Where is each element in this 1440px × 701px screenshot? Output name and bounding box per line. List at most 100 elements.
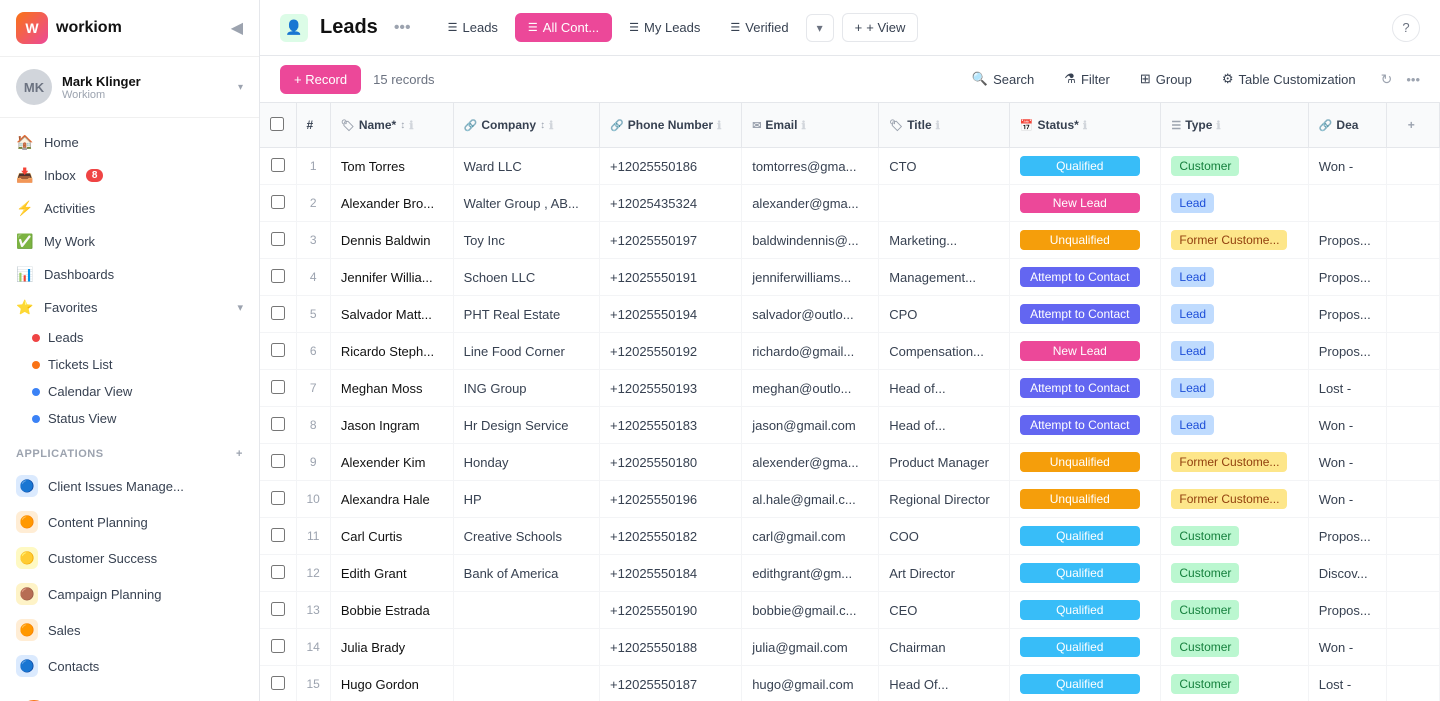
row-checkbox[interactable] [260, 259, 296, 296]
row-select-checkbox[interactable] [271, 602, 285, 616]
row-checkbox[interactable] [260, 407, 296, 444]
col-company[interactable]: 🔗 Company ↕ ℹ [453, 103, 599, 148]
cell-status[interactable]: Qualified [1009, 592, 1161, 629]
row-checkbox[interactable] [260, 296, 296, 333]
sidebar-collapse-button[interactable]: ◀ [231, 18, 243, 38]
cell-name[interactable]: Alexandra Hale [330, 481, 453, 518]
row-checkbox[interactable] [260, 666, 296, 701]
col-type[interactable]: ☰ Type ℹ [1161, 103, 1308, 148]
row-checkbox[interactable] [260, 370, 296, 407]
row-checkbox[interactable] [260, 592, 296, 629]
app-item-campaign-planning[interactable]: 🟤 Campaign Planning [0, 576, 259, 612]
cell-name[interactable]: Jennifer Willia... [330, 259, 453, 296]
sidebar-item-dashboards[interactable]: 📊 Dashboards [0, 258, 259, 291]
company-info-icon[interactable]: ℹ [549, 119, 553, 132]
cell-name[interactable]: Dennis Baldwin [330, 222, 453, 259]
cell-status[interactable]: Attempt to Contact [1009, 259, 1161, 296]
row-select-checkbox[interactable] [271, 195, 285, 209]
tab-all-contacts[interactable]: ☰ All Cont... [515, 13, 612, 42]
app-item-sales[interactable]: 🟠 Sales [0, 612, 259, 648]
cell-status[interactable]: Qualified [1009, 555, 1161, 592]
add-column-button[interactable]: + [1397, 111, 1425, 139]
sidebar-item-home[interactable]: 🏠 Home [0, 126, 259, 159]
row-select-checkbox[interactable] [271, 380, 285, 394]
filter-button[interactable]: ⚗ Filter [1053, 64, 1121, 94]
tab-more-button[interactable]: ▾ [806, 14, 834, 42]
cell-status[interactable]: Qualified [1009, 518, 1161, 555]
add-view-button[interactable]: + + View [842, 13, 919, 42]
add-application-button[interactable]: + [236, 448, 243, 460]
table-row[interactable]: 10 Alexandra Hale HP +12025550196 al.hal… [260, 481, 1440, 518]
favorites-item-status[interactable]: Status View [0, 405, 259, 432]
row-checkbox[interactable] [260, 555, 296, 592]
user-profile[interactable]: MK Mark Klinger Workiom ▾ [0, 57, 259, 118]
app-item-client-issues[interactable]: 🔵 Client Issues Manage... [0, 468, 259, 504]
row-select-checkbox[interactable] [271, 491, 285, 505]
toolbar-more-button[interactable]: ••• [1406, 72, 1420, 87]
tab-my-leads[interactable]: ☰ My Leads [616, 13, 713, 42]
group-button[interactable]: ⊞ Group [1129, 64, 1203, 94]
row-checkbox[interactable] [260, 148, 296, 185]
tab-leads[interactable]: ☰ Leads [435, 13, 511, 42]
col-email[interactable]: ✉ Email ℹ [742, 103, 879, 148]
name-sort-icon[interactable]: ↕ [400, 120, 405, 131]
favorites-item-calendar[interactable]: Calendar View [0, 378, 259, 405]
row-select-checkbox[interactable] [271, 306, 285, 320]
row-checkbox[interactable] [260, 518, 296, 555]
app-item-customer-success[interactable]: 🟡 Customer Success [0, 540, 259, 576]
cell-status[interactable]: Attempt to Contact [1009, 296, 1161, 333]
row-select-checkbox[interactable] [271, 343, 285, 357]
cell-name[interactable]: Carl Curtis [330, 518, 453, 555]
table-row[interactable]: 11 Carl Curtis Creative Schools +1202555… [260, 518, 1440, 555]
sidebar-item-favorites[interactable]: ⭐ Favorites ▾ [0, 291, 259, 324]
cell-status[interactable]: Qualified [1009, 148, 1161, 185]
help-button[interactable]: ? [1392, 14, 1420, 42]
cell-status[interactable]: Unqualified [1009, 444, 1161, 481]
table-row[interactable]: 12 Edith Grant Bank of America +12025550… [260, 555, 1440, 592]
row-checkbox[interactable] [260, 629, 296, 666]
row-checkbox[interactable] [260, 333, 296, 370]
table-row[interactable]: 9 Alexender Kim Honday +12025550180 alex… [260, 444, 1440, 481]
table-customization-button[interactable]: ⚙ Table Customization [1211, 64, 1367, 94]
row-checkbox[interactable] [260, 481, 296, 518]
table-row[interactable]: 6 Ricardo Steph... Line Food Corner +120… [260, 333, 1440, 370]
company-sort-icon[interactable]: ↕ [540, 120, 545, 131]
cell-name[interactable]: Alexander Bro... [330, 185, 453, 222]
col-add[interactable]: + [1387, 103, 1440, 148]
status-info-icon[interactable]: ℹ [1083, 119, 1087, 132]
search-button[interactable]: 🔍 Search [961, 64, 1045, 94]
table-row[interactable]: 8 Jason Ingram Hr Design Service +120255… [260, 407, 1440, 444]
title-info-icon[interactable]: ℹ [936, 119, 940, 132]
email-info-icon[interactable]: ℹ [801, 119, 805, 132]
col-title[interactable]: 🏷 Title ℹ [879, 103, 1010, 148]
cell-status[interactable]: Attempt to Contact [1009, 370, 1161, 407]
tab-verified[interactable]: ☰ Verified [717, 13, 801, 42]
cell-status[interactable]: New Lead [1009, 185, 1161, 222]
table-row[interactable]: 2 Alexander Bro... Walter Group , AB... … [260, 185, 1440, 222]
col-deal[interactable]: 🔗 Dea [1308, 103, 1387, 148]
row-select-checkbox[interactable] [271, 158, 285, 172]
cell-name[interactable]: Hugo Gordon [330, 666, 453, 701]
cell-status[interactable]: Qualified [1009, 666, 1161, 701]
table-row[interactable]: 13 Bobbie Estrada +12025550190 bobbie@gm… [260, 592, 1440, 629]
table-row[interactable]: 1 Tom Torres Ward LLC +12025550186 tomto… [260, 148, 1440, 185]
cell-name[interactable]: Alexender Kim [330, 444, 453, 481]
type-info-icon[interactable]: ℹ [1216, 119, 1220, 132]
col-status[interactable]: 📅 Status* ℹ [1009, 103, 1161, 148]
cell-name[interactable]: Jason Ingram [330, 407, 453, 444]
cell-status[interactable]: Unqualified [1009, 222, 1161, 259]
cell-name[interactable]: Bobbie Estrada [330, 592, 453, 629]
favorites-item-tickets[interactable]: Tickets List [0, 351, 259, 378]
cell-name[interactable]: Ricardo Steph... [330, 333, 453, 370]
refresh-button[interactable]: ↻ [1375, 65, 1399, 94]
cell-status[interactable]: New Lead [1009, 333, 1161, 370]
row-select-checkbox[interactable] [271, 565, 285, 579]
table-row[interactable]: 7 Meghan Moss ING Group +12025550193 meg… [260, 370, 1440, 407]
table-row[interactable]: 3 Dennis Baldwin Toy Inc +12025550197 ba… [260, 222, 1440, 259]
cell-name[interactable]: Edith Grant [330, 555, 453, 592]
row-select-checkbox[interactable] [271, 639, 285, 653]
row-checkbox[interactable] [260, 222, 296, 259]
cell-status[interactable]: Unqualified [1009, 481, 1161, 518]
table-row[interactable]: 14 Julia Brady +12025550188 julia@gmail.… [260, 629, 1440, 666]
cell-name[interactable]: Tom Torres [330, 148, 453, 185]
